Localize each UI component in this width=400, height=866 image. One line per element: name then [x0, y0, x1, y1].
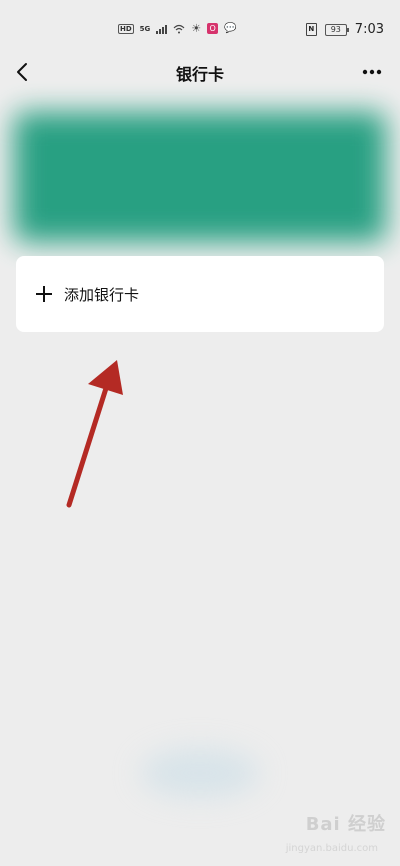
brightness-icon: ☀ [191, 22, 202, 35]
status-right: N 93 7:03 [305, 22, 384, 37]
signal-icon [156, 24, 168, 34]
hd-icon: HD [118, 23, 134, 34]
status-icons: HD 5G ☀ O 💬 [118, 22, 237, 35]
add-bank-card-button[interactable]: 添加银行卡 [16, 256, 384, 332]
blurred-area [140, 748, 260, 798]
wifi-icon [173, 24, 185, 33]
clock: 7:03 [354, 22, 384, 37]
watermark-url: jingyan.baidu.com [285, 843, 378, 854]
page-title: 银行卡 [175, 65, 224, 84]
nfc-icon: N [305, 23, 317, 36]
more-button[interactable] [360, 62, 384, 82]
bank-card[interactable] [14, 112, 386, 242]
navigation-header: 银行卡 [0, 48, 400, 98]
battery-icon: 93 [324, 23, 349, 36]
message-icon: 💬 [224, 23, 237, 34]
status-bar: HD 5G ☀ O 💬 N 93 7:03 [0, 0, 400, 48]
more-icon [362, 69, 382, 75]
app-notification-icon: O [207, 23, 219, 34]
add-bank-card-label: 添加银行卡 [64, 285, 140, 304]
watermark-logo: Bai 经验 [305, 814, 386, 835]
network-label: 5G [139, 24, 151, 33]
plus-icon [36, 286, 52, 302]
